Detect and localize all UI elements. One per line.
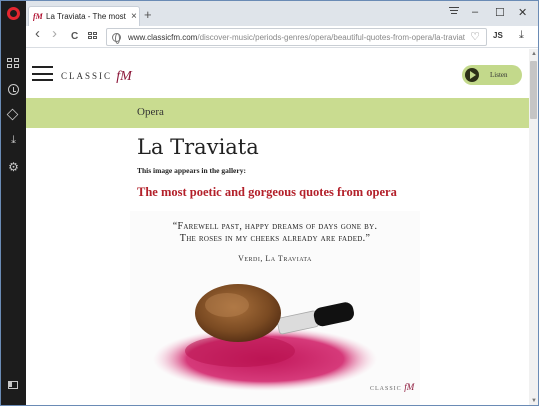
brush-handle bbox=[276, 302, 354, 335]
tab-close-icon[interactable]: × bbox=[131, 11, 137, 22]
address-toolbar: ‹ › C www.classicfm.com/discover-music/p… bbox=[1, 26, 538, 48]
makeup-brush-illustration bbox=[153, 284, 377, 391]
classicfm-logo[interactable]: CLASSIC fM bbox=[61, 68, 132, 84]
tab-title: La Traviata - The most poe bbox=[46, 12, 128, 21]
forward-button[interactable]: › bbox=[52, 26, 57, 42]
tab-la-traviata[interactable]: fM La Traviata - The most poe × bbox=[28, 6, 140, 26]
browser-window: fM La Traviata - The most poe × + – ☐ ✕ … bbox=[0, 0, 539, 406]
settings-gear-icon[interactable]: ⚙ bbox=[7, 161, 20, 174]
page-title: La Traviata bbox=[137, 135, 259, 159]
history-clock-icon[interactable] bbox=[8, 84, 19, 95]
new-tab-button[interactable]: + bbox=[144, 8, 152, 22]
quote-image: “Farewell past, happy dreams of days gon… bbox=[130, 211, 420, 405]
gallery-link[interactable]: The most poetic and gorgeous quotes from… bbox=[137, 185, 397, 200]
page-scrollbar[interactable]: ▲ ▼ bbox=[529, 49, 538, 405]
speed-dial-icon[interactable] bbox=[88, 32, 97, 39]
opera-logo-icon bbox=[7, 7, 20, 20]
gallery-note: This image appears in the gallery: bbox=[137, 166, 246, 175]
listen-button[interactable]: Listen bbox=[462, 65, 522, 85]
url-text[interactable]: www.classicfm.com/discover-music/periods… bbox=[128, 33, 473, 42]
reload-button[interactable]: C bbox=[71, 29, 78, 45]
scroll-up-icon[interactable]: ▲ bbox=[531, 51, 537, 57]
sidebar-toggle-icon[interactable] bbox=[8, 381, 18, 389]
globe-icon bbox=[112, 32, 121, 44]
scroll-down-icon[interactable]: ▼ bbox=[531, 398, 537, 404]
opera-sidebar: ⤓ ⚙ bbox=[1, 1, 26, 405]
downloads-sidebar-icon[interactable]: ⤓ bbox=[7, 134, 20, 147]
extensions-cube-icon[interactable] bbox=[6, 108, 20, 122]
play-icon bbox=[465, 68, 479, 82]
listen-label: Listen bbox=[490, 71, 508, 79]
download-icon[interactable]: ⤓ bbox=[519, 29, 524, 42]
js-toggle-button[interactable]: JS bbox=[493, 31, 503, 40]
hamburger-menu-icon[interactable] bbox=[32, 66, 53, 81]
image-classicfm-logo: CLASSIC fM bbox=[370, 382, 415, 392]
title-bar: fM La Traviata - The most poe × + – ☐ ✕ bbox=[1, 1, 538, 26]
bookmark-heart-icon[interactable]: ♡ bbox=[470, 30, 480, 43]
back-button[interactable]: ‹ bbox=[35, 26, 40, 42]
classicfm-favicon-icon: fM bbox=[33, 11, 43, 21]
tab-menu-icon[interactable] bbox=[449, 7, 459, 17]
opera-menu-button[interactable] bbox=[1, 1, 26, 26]
category-bar: Opera bbox=[26, 98, 529, 128]
category-link[interactable]: Opera bbox=[137, 106, 164, 118]
web-page: CLASSIC fM Listen Opera La Traviata This… bbox=[26, 49, 529, 405]
close-window-button[interactable]: ✕ bbox=[518, 6, 527, 19]
site-header: CLASSIC fM Listen bbox=[26, 49, 529, 98]
address-bar[interactable]: www.classicfm.com/discover-music/periods… bbox=[106, 28, 487, 46]
scroll-thumb[interactable] bbox=[530, 61, 537, 119]
maximize-button[interactable]: ☐ bbox=[495, 6, 505, 19]
speed-dial-sidebar-icon[interactable] bbox=[7, 58, 20, 71]
minimize-button[interactable]: – bbox=[472, 6, 478, 18]
